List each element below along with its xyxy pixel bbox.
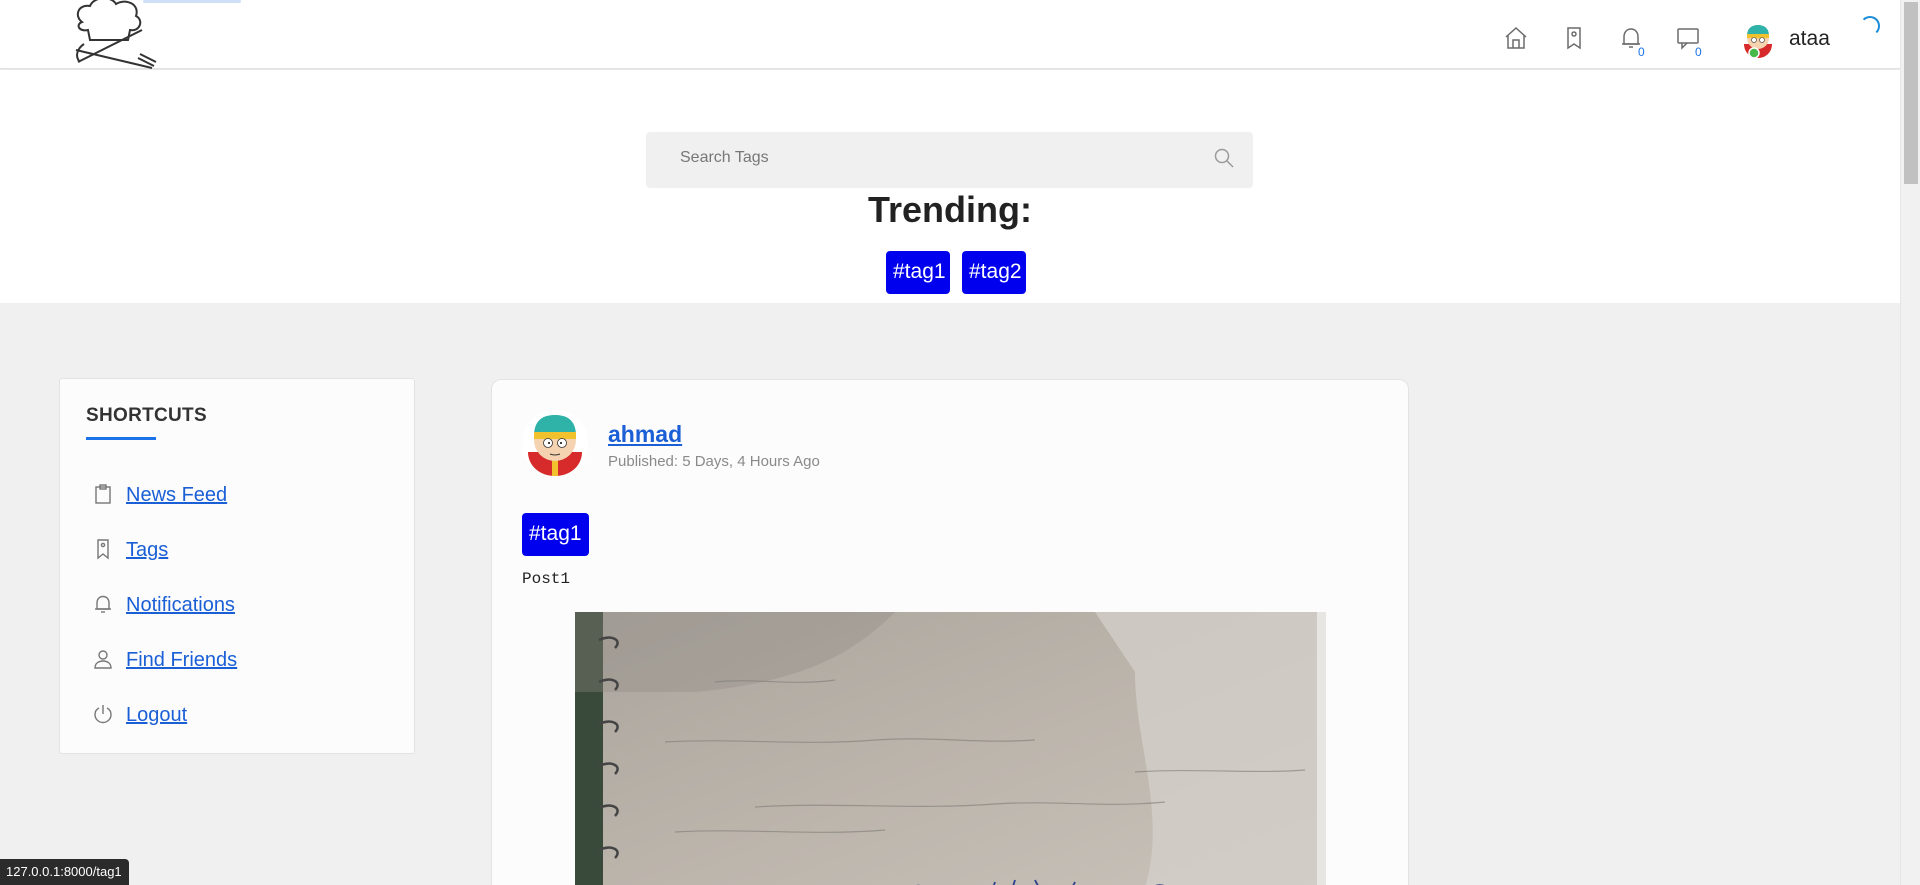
post-image[interactable] — [575, 612, 1326, 885]
top-navbar: 0 0 ataa — [0, 0, 1900, 69]
user-avatar[interactable] — [1740, 22, 1776, 59]
tag-icon — [92, 538, 114, 560]
home-icon[interactable] — [1503, 25, 1529, 51]
trending-tag-2[interactable]: #tag2 — [962, 251, 1026, 294]
shortcuts-title: SHORTCUTS — [86, 405, 207, 426]
status-bar-url: 127.0.0.1:8000/tag1 — [0, 859, 129, 885]
post-card: ahmad Published: 5 Days, 4 Hours Ago #ta… — [491, 379, 1409, 885]
user-icon — [92, 648, 114, 670]
search-icon[interactable] — [1212, 146, 1236, 170]
post-published-time: Published: 5 Days, 4 Hours Ago — [608, 453, 820, 470]
author-avatar[interactable] — [522, 410, 588, 476]
tag-icon[interactable] — [1561, 25, 1587, 51]
shortcut-label[interactable]: Notifications — [126, 594, 235, 617]
post-tag-button[interactable]: #tag1 — [522, 513, 589, 556]
tag-search-box — [646, 132, 1253, 188]
power-icon — [92, 703, 114, 725]
messages-count: 0 — [1695, 45, 1702, 59]
bell-icon — [92, 593, 114, 615]
chef-logo[interactable] — [68, 0, 160, 70]
search-input[interactable] — [680, 149, 1180, 167]
shortcuts-panel: SHORTCUTS News Feed Tags Notifications F… — [59, 378, 415, 754]
shortcut-label[interactable]: Logout — [126, 704, 187, 727]
page-scrollbar[interactable] — [1900, 0, 1920, 885]
post-author-link[interactable]: ahmad — [608, 421, 682, 448]
notifications-count: 0 — [1638, 45, 1645, 59]
scrollbar-thumb[interactable] — [1904, 2, 1918, 184]
trending-heading: Trending: — [868, 189, 1032, 230]
shortcut-label[interactable]: Find Friends — [126, 649, 237, 672]
title-underline — [86, 437, 156, 440]
shortcut-label[interactable]: News Feed — [126, 484, 227, 507]
loading-spinner-icon — [1860, 16, 1880, 36]
post-body-text: Post1 — [522, 570, 571, 588]
username-label[interactable]: ataa — [1789, 27, 1830, 51]
shortcut-label[interactable]: Tags — [126, 539, 168, 562]
trending-tag-1[interactable]: #tag1 — [886, 251, 950, 294]
clipboard-icon — [92, 483, 114, 505]
